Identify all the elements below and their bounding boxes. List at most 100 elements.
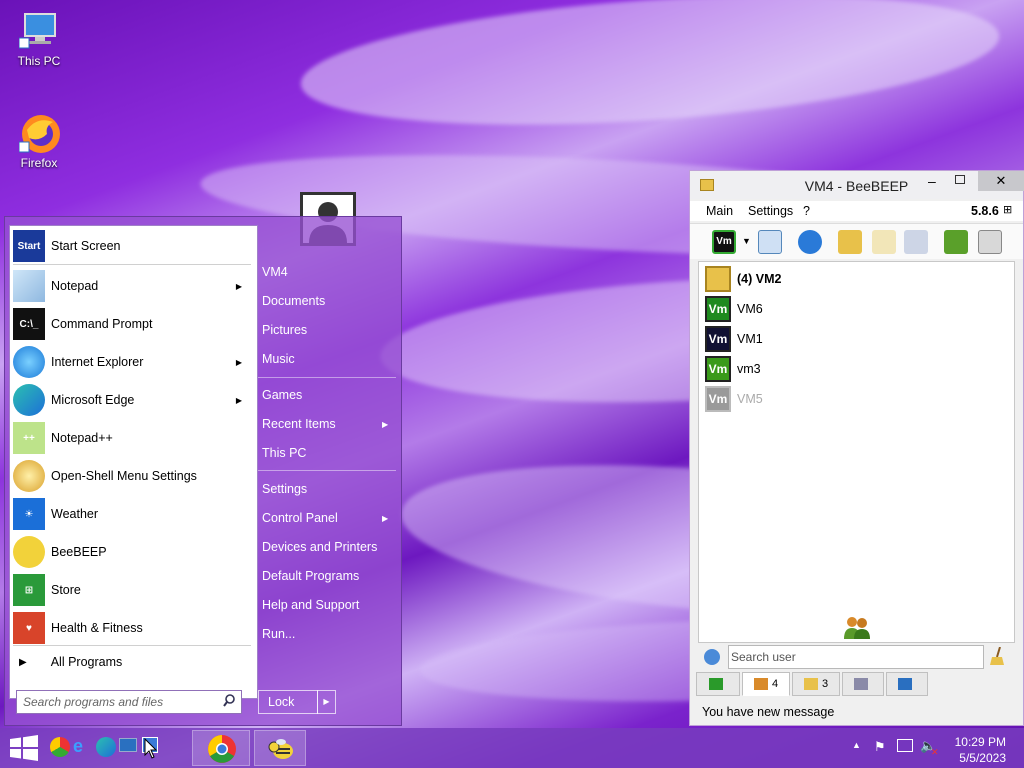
edit-profile-icon[interactable] <box>758 230 782 254</box>
user-item-vm1[interactable]: Vm VM1 <box>705 325 763 353</box>
all-programs-button[interactable]: ▶ All Programs <box>9 645 258 679</box>
new-message-envelope-icon <box>705 266 731 292</box>
tools-icon[interactable] <box>904 230 928 254</box>
clock-time: 10:29 PM <box>954 735 1006 749</box>
user-item-4-vm2[interactable]: (4) VM2 <box>705 265 781 293</box>
place-item-devices-and-printers[interactable]: Devices and Printers <box>262 540 396 554</box>
my-status-button[interactable]: Vm <box>712 230 736 254</box>
chevron-down-icon[interactable]: ▼ <box>742 236 751 246</box>
menu-bar: Main Settings ? 5.8.6 ⊞ <box>690 201 1023 221</box>
place-item-help-and-support[interactable]: Help and Support <box>262 598 396 612</box>
internet-explorer-quicklaunch-icon[interactable]: e <box>73 737 93 757</box>
trash-icon[interactable] <box>978 230 1002 254</box>
status-bar: You have new message <box>702 705 835 719</box>
user-name: (4) VM2 <box>737 272 782 286</box>
menu-main[interactable]: Main <box>706 204 733 218</box>
desktop-icon-label: Firefox <box>20 156 58 170</box>
place-item-settings[interactable]: Settings <box>262 482 396 496</box>
desktop-quicklaunch-icon[interactable] <box>119 738 137 752</box>
program-item-beebeep[interactable]: BeeBEEP <box>5 534 252 570</box>
lock-label: Lock <box>268 695 295 709</box>
program-item-microsoft-edge[interactable]: Microsoft Edge ▶ <box>5 382 252 418</box>
action-center-flag-icon[interactable]: ⚑ <box>874 739 886 755</box>
close-button[interactable]: ✕ <box>978 171 1024 191</box>
program-label: Microsoft Edge <box>51 393 135 407</box>
place-item-default-programs[interactable]: Default Programs <box>262 569 396 583</box>
tab-network[interactable] <box>842 672 884 696</box>
taskbar-button-beebeep[interactable] <box>254 730 306 766</box>
place-item-control-panel[interactable]: Control Panel <box>262 511 396 525</box>
program-item-internet-explorer[interactable]: Internet Explorer ▶ <box>5 344 252 380</box>
user-avatar-icon: Vm <box>705 386 731 412</box>
share-icon[interactable] <box>944 230 968 254</box>
tab-chat[interactable] <box>696 672 740 696</box>
user-item-vm3[interactable]: Vm vm3 <box>705 355 761 383</box>
program-item-store[interactable]: ⊞ Store <box>5 572 252 608</box>
program-label: Start Screen <box>51 239 121 253</box>
place-item-vm4[interactable]: VM4 <box>262 265 396 279</box>
tab-groups[interactable]: 3 <box>792 672 840 696</box>
all-programs-label: All Programs <box>50 655 123 669</box>
program-label: Store <box>51 583 81 597</box>
place-item-pictures[interactable]: Pictures <box>262 323 396 337</box>
program-item-start-screen[interactable]: Start Start Screen <box>5 228 252 264</box>
desktop-icon-this-pc[interactable]: This PC <box>9 10 69 68</box>
taskbar-button-chrome[interactable] <box>192 730 250 766</box>
place-item-documents[interactable]: Documents <box>262 294 396 308</box>
place-item-recent-items[interactable]: Recent Items <box>262 417 396 431</box>
search-icon <box>223 694 235 711</box>
health-icon: ♥ <box>13 612 45 644</box>
search-user-input[interactable]: Search user <box>728 645 984 669</box>
show-hidden-icons-icon[interactable]: ▲ <box>852 740 861 750</box>
program-item-open-shell-menu-settings[interactable]: Open-Shell Menu Settings <box>5 458 252 494</box>
program-label: Open-Shell Menu Settings <box>51 469 197 483</box>
clock[interactable]: 10:29 PM 5/5/2023 <box>955 734 1006 766</box>
program-item-notepad[interactable]: ++ Notepad++ <box>5 420 252 456</box>
place-item-this-pc[interactable]: This PC <box>262 446 396 460</box>
place-item-games[interactable]: Games <box>262 388 396 402</box>
program-item-notepad[interactable]: Notepad ▶ <box>5 268 252 304</box>
edge-quicklaunch-icon[interactable] <box>96 737 116 757</box>
search-options-icon[interactable] <box>704 649 720 665</box>
minimize-button[interactable]: – <box>928 173 936 189</box>
program-item-command-prompt[interactable]: C:\_ Command Prompt <box>5 306 252 342</box>
mute-x-icon: ✕ <box>931 747 939 757</box>
message-icon[interactable] <box>838 230 862 254</box>
tab-count: 3 <box>821 678 829 690</box>
windows-flag-icon: ⊞ <box>1003 204 1013 216</box>
user-item-vm5[interactable]: Vm VM5 <box>705 385 763 413</box>
windows-start-button[interactable] <box>10 735 38 761</box>
search-user-placeholder: Search user <box>731 650 796 664</box>
lock-button[interactable]: Lock <box>258 690 318 714</box>
program-item-health-fitness[interactable]: ♥ Health & Fitness <box>5 610 252 646</box>
edge-icon <box>13 384 45 416</box>
tab-count: 4 <box>771 678 779 690</box>
clear-broom-icon[interactable] <box>990 646 1006 665</box>
menu-settings[interactable]: Settings <box>748 204 793 218</box>
lock-options-button[interactable]: ▶ <box>317 690 336 714</box>
search-programs-input[interactable]: Search programs and files <box>16 690 242 714</box>
place-item-run[interactable]: Run... <box>262 627 396 641</box>
user-avatar-icon: Vm <box>705 326 731 352</box>
program-label: Command Prompt <box>51 317 153 331</box>
network-broadcast-icon[interactable] <box>798 230 822 254</box>
program-item-weather[interactable]: ☀ Weather <box>5 496 252 532</box>
file-icon <box>898 678 912 690</box>
submenu-arrow-icon: ▶ <box>382 420 389 429</box>
chrome-quicklaunch-icon[interactable] <box>50 737 70 757</box>
program-label: Internet Explorer <box>51 355 144 369</box>
place-item-music[interactable]: Music <box>262 352 396 366</box>
tab-users[interactable]: 4 <box>742 672 790 696</box>
program-label: Health & Fitness <box>51 621 143 635</box>
start-screen-icon: Start <box>13 230 45 262</box>
maximize-button[interactable] <box>955 175 965 184</box>
menu-help[interactable]: ? <box>803 204 810 218</box>
network-icon[interactable] <box>897 739 913 752</box>
compose-icon[interactable] <box>872 230 896 254</box>
desktop-icon-firefox[interactable]: Firefox <box>9 112 69 170</box>
toolbar: Vm ▼ <box>690 223 1023 259</box>
window-title: VM4 - BeeBEEP <box>804 178 909 194</box>
store-icon: ⊞ <box>13 574 45 606</box>
tab-file[interactable] <box>886 672 928 696</box>
user-item-vm6[interactable]: Vm VM6 <box>705 295 763 323</box>
